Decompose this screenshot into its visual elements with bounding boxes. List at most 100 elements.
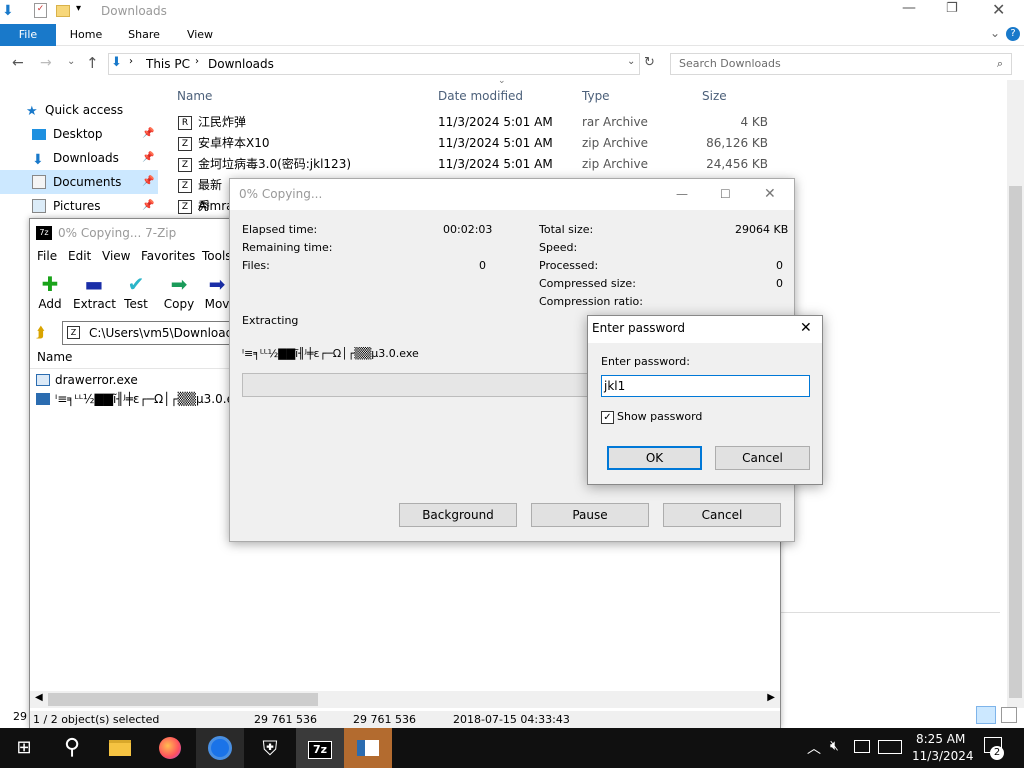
address-bar[interactable]: ⬇ › This PC › Downloads ⌄ [108, 53, 640, 75]
recent-locations-icon[interactable]: ⌄ [67, 56, 75, 67]
menu-favorites[interactable]: Favorites [141, 249, 195, 263]
menu-view[interactable]: View [102, 249, 130, 263]
breadcrumb-downloads[interactable]: Downloads [208, 57, 274, 71]
breadcrumb-chevron-icon[interactable]: › [195, 56, 199, 67]
file-name: 金坷垃病毒3.0(密码:jkl123) [198, 157, 352, 171]
column-header-size[interactable]: Size [702, 86, 727, 106]
close-button[interactable]: ✕ [800, 316, 812, 341]
minimize-button[interactable]: — [676, 179, 688, 210]
file-row[interactable]: Z 安卓梓本X10 11/3/2024 5:01 AM zip Archive … [172, 133, 778, 154]
refresh-button[interactable]: ↻ [644, 55, 655, 70]
ok-button[interactable]: OK [607, 446, 702, 470]
app-icon[interactable] [344, 728, 392, 768]
maximize-button[interactable]: ☐ [720, 179, 731, 210]
menu-tools[interactable]: Tools [202, 249, 232, 263]
list-item[interactable]: ᴵ≡╕ᴸᴸ½▇▇ĩ╢ᴶ╪ε┌─Ω│┌▒▒µ3.0.exe [35, 390, 248, 409]
ribbon-expand-icon[interactable]: ⌄ [990, 26, 1000, 40]
back-button[interactable]: ← [12, 55, 24, 71]
password-input[interactable]: jkl1 [601, 375, 810, 397]
nav-item-downloads[interactable]: ⬇ Downloads 📌 [0, 146, 158, 170]
tab-share[interactable]: Share [122, 24, 166, 46]
file-size: 86,126 KB [706, 136, 768, 150]
up-button[interactable]: ↑ [86, 54, 99, 72]
nav-item-quick-access[interactable]: ★ Quick access [0, 98, 158, 122]
elapsed-time-value: 00:02:03 [443, 223, 493, 236]
notification-count: 2 [990, 746, 1004, 760]
network-icon[interactable] [854, 740, 870, 753]
elapsed-time-label: Elapsed time: [242, 223, 318, 236]
menu-file[interactable]: File [37, 249, 57, 263]
vertical-scrollbar[interactable] [1007, 80, 1024, 708]
firefox-icon[interactable] [146, 728, 194, 768]
item-name: ᴵ≡╕ᴸᴸ½▇▇ĩ╢ᴶ╪ε┌─Ω│┌▒▒µ3.0.exe [55, 392, 248, 406]
copy-button[interactable]: ➡ Copy [159, 271, 199, 311]
search-icon[interactable]: ⚲ [48, 728, 96, 768]
background-button[interactable]: Background [399, 503, 517, 527]
minimize-button[interactable]: — [902, 0, 916, 16]
quick-access-dropdown-icon[interactable]: ▾ [76, 3, 81, 14]
list-item[interactable]: drawerror.exe [35, 371, 138, 390]
tab-file[interactable]: File [0, 24, 56, 46]
scroll-right-icon[interactable]: ▶ [767, 692, 775, 703]
file-row[interactable]: Z Aimra [172, 196, 234, 217]
nav-item-documents[interactable]: Documents 📌 [0, 170, 158, 194]
file-explorer-icon[interactable] [96, 728, 144, 768]
volume-muted-icon[interactable]: 🔇︎ [830, 738, 839, 754]
checkmark-icon: ✔ [127, 272, 145, 296]
clock-time[interactable]: 8:25 AM [916, 732, 965, 746]
test-button[interactable]: ✔ Test [116, 271, 156, 311]
move-button[interactable]: ➡ Mov [202, 271, 232, 311]
show-hidden-icons[interactable]: ︿ [807, 738, 821, 758]
pause-button[interactable]: Pause [531, 503, 649, 527]
large-icons-view-icon[interactable] [1001, 707, 1017, 723]
chrome-icon[interactable] [196, 728, 244, 768]
cancel-button[interactable]: Cancel [663, 503, 781, 527]
forward-button[interactable]: → [40, 55, 52, 71]
address-dropdown-icon[interactable]: ⌄ [627, 56, 635, 67]
file-date: 11/3/2024 5:01 AM [438, 157, 553, 171]
maximize-button[interactable]: ❐ [946, 1, 958, 16]
app-window-shape [357, 740, 379, 756]
security-icon[interactable]: ⛨ [246, 728, 294, 768]
file-row[interactable]: Z 金坷垃病毒3.0(密码:jkl123) 11/3/2024 5:01 AM … [172, 154, 778, 175]
zip-archive-icon: Z [178, 179, 192, 193]
scrollbar-thumb[interactable] [48, 693, 318, 706]
7zip-icon[interactable]: 7z [296, 728, 344, 768]
help-icon[interactable]: ? [1006, 27, 1020, 41]
tab-home[interactable]: Home [64, 24, 108, 46]
scroll-left-icon[interactable]: ◀ [35, 692, 43, 703]
tab-view[interactable]: View [178, 24, 222, 46]
menu-edit[interactable]: Edit [68, 249, 91, 263]
add-button[interactable]: ✚ Add [30, 271, 70, 311]
file-row[interactable]: Z 最新秀 [172, 175, 232, 213]
operation-label: Extracting [242, 314, 299, 327]
column-header-type[interactable]: Type [582, 86, 610, 106]
new-folder-icon[interactable] [56, 5, 70, 17]
show-password-checkbox[interactable]: ✓ [601, 411, 614, 424]
start-icon[interactable]: ⊞ [0, 728, 48, 768]
clock-date[interactable]: 11/3/2024 [912, 749, 974, 763]
show-password-label[interactable]: Show password [617, 410, 702, 423]
extract-button[interactable]: ▬ Extract [73, 271, 116, 311]
scrollbar-thumb[interactable] [1009, 186, 1022, 698]
close-button[interactable]: ✕ [764, 179, 776, 210]
close-button[interactable]: ✕ [992, 0, 1005, 19]
horizontal-scrollbar[interactable]: ◀ ▶ [30, 691, 780, 708]
search-placeholder: Search Downloads [679, 57, 781, 70]
keyboard-icon[interactable] [878, 740, 902, 754]
nav-item-pictures[interactable]: Pictures 📌 [0, 194, 158, 218]
properties-icon[interactable]: ✓ [34, 3, 47, 18]
status-item-count: 29 [13, 710, 27, 723]
explorer-titlebar: ⬇ ✓ ▾ Downloads — ❐ ✕ [0, 0, 1024, 24]
details-view-icon[interactable] [976, 706, 996, 724]
search-input[interactable]: Search Downloads ⌕ [670, 53, 1012, 75]
file-row[interactable]: R 江民炸弹 11/3/2024 5:01 AM rar Archive 4 K… [172, 112, 778, 133]
cancel-button[interactable]: Cancel [715, 446, 810, 470]
column-header-date[interactable]: Date modified [438, 86, 523, 106]
folder-up-icon[interactable]: ⮭ [36, 323, 45, 341]
column-header-name[interactable]: Name [177, 86, 212, 106]
nav-item-desktop[interactable]: Desktop 📌 [0, 122, 158, 146]
breadcrumb-this-pc[interactable]: This PC [146, 57, 190, 71]
breadcrumb-chevron-icon[interactable]: › [129, 56, 133, 67]
window-title: Downloads [101, 4, 167, 18]
